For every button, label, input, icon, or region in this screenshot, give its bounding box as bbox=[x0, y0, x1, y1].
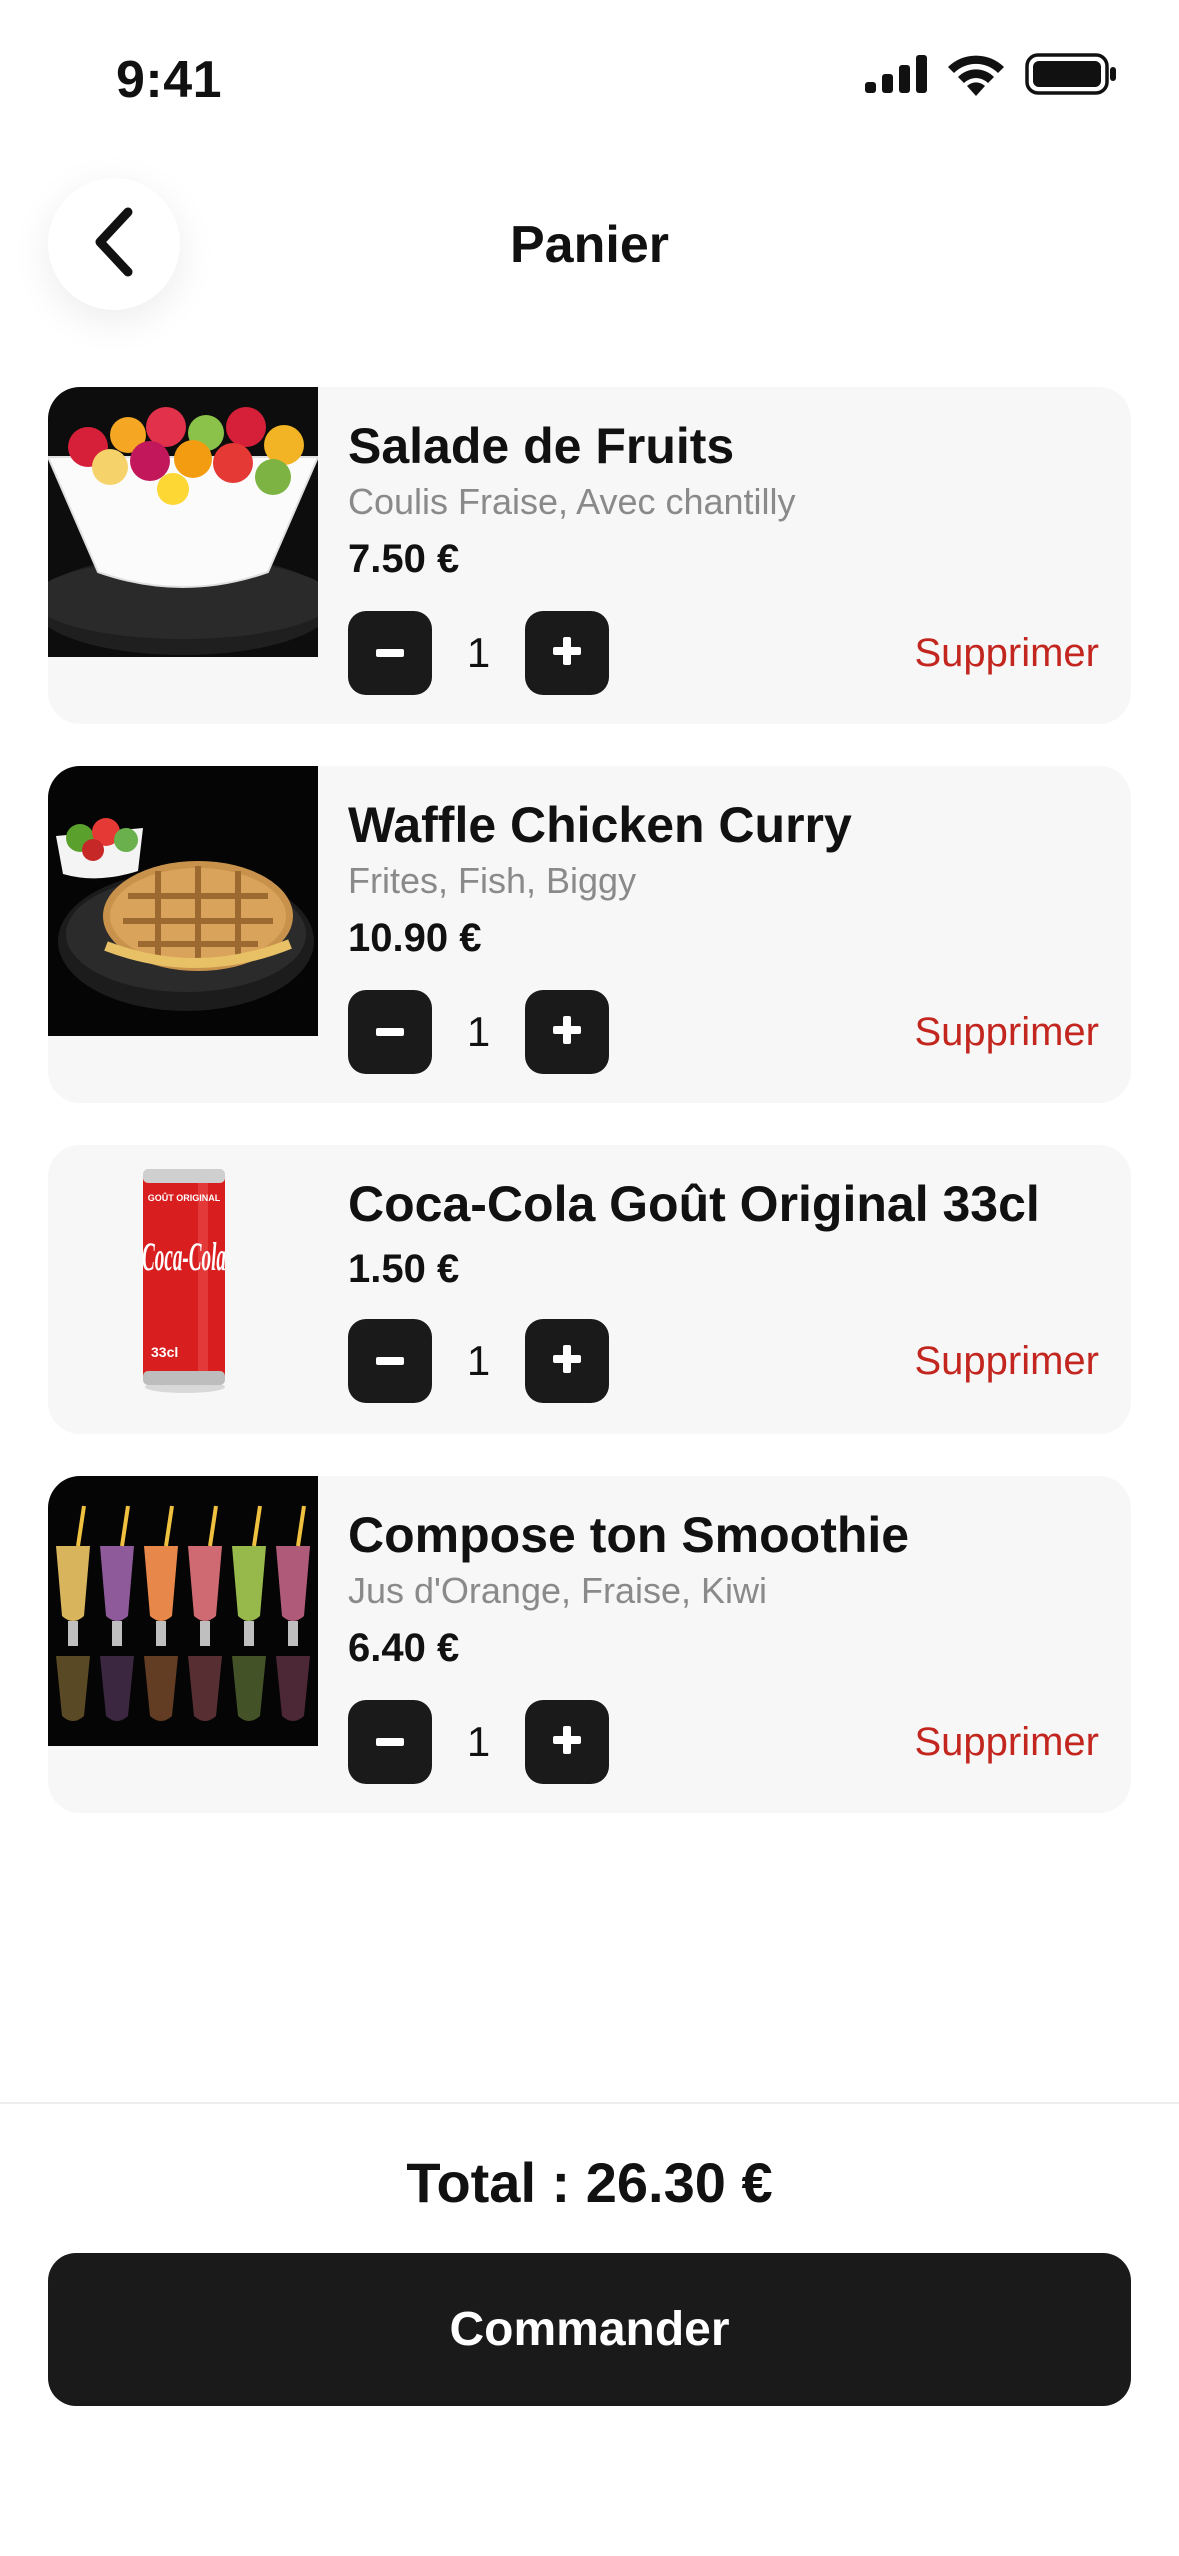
decrease-quantity-button[interactable] bbox=[348, 611, 432, 695]
battery-icon bbox=[1025, 53, 1117, 100]
quantity-stepper: 1 Supprimer bbox=[348, 990, 1101, 1074]
status-icons bbox=[865, 52, 1117, 101]
increase-quantity-button[interactable] bbox=[525, 611, 609, 695]
item-price: 1.50 € bbox=[348, 1247, 460, 1291]
increase-quantity-button[interactable] bbox=[525, 1319, 609, 1403]
plus-icon bbox=[553, 1015, 581, 1049]
quantity-stepper: 1 Supprimer bbox=[348, 611, 1101, 695]
cellular-signal-icon bbox=[865, 55, 927, 98]
item-options: Coulis Fraise, Avec chantilly bbox=[348, 481, 796, 522]
item-name: Coca-Cola Goût Original 33cl bbox=[348, 1176, 1040, 1232]
minus-icon bbox=[376, 1352, 404, 1370]
delete-item-link[interactable]: Supprimer bbox=[914, 1319, 1099, 1403]
quantity-value: 1 bbox=[466, 1008, 491, 1055]
item-price: 7.50 € bbox=[348, 537, 460, 581]
quantity-stepper: 1 Supprimer bbox=[348, 1700, 1101, 1784]
home-indicator bbox=[436, 2522, 744, 2534]
increase-quantity-button[interactable] bbox=[525, 1700, 609, 1784]
item-name: Waffle Chicken Curry bbox=[348, 797, 852, 853]
item-options: Jus d'Orange, Fraise, Kiwi bbox=[348, 1570, 768, 1611]
cart-item-details: Waffle Chicken Curry Frites, Fish, Biggy… bbox=[348, 766, 1101, 1103]
minus-icon bbox=[376, 1733, 404, 1751]
waffle-sandwich-image bbox=[48, 766, 318, 1036]
item-name: Salade de Fruits bbox=[348, 418, 735, 474]
header: Panier bbox=[0, 160, 1179, 330]
item-options: Frites, Fish, Biggy bbox=[348, 860, 637, 901]
status-bar: 9:41 bbox=[0, 0, 1179, 160]
cart-item-details: Salade de Fruits Coulis Fraise, Avec cha… bbox=[348, 387, 1101, 724]
plus-icon bbox=[553, 1344, 581, 1378]
plus-icon bbox=[553, 1725, 581, 1759]
can-volume: 33cl bbox=[151, 1344, 178, 1360]
minus-icon bbox=[376, 644, 404, 662]
delete-item-link[interactable]: Supprimer bbox=[914, 990, 1099, 1074]
minus-icon bbox=[376, 1023, 404, 1041]
decrease-quantity-button[interactable] bbox=[348, 990, 432, 1074]
delete-item-link[interactable]: Supprimer bbox=[914, 611, 1099, 695]
delete-item-link[interactable]: Supprimer bbox=[914, 1700, 1099, 1784]
cart-item-details: Coca-Cola Goût Original 33cl 1.50 € 1 Su… bbox=[348, 1145, 1101, 1434]
cart-list: Salade de Fruits Coulis Fraise, Avec cha… bbox=[48, 387, 1131, 1855]
item-price: 10.90 € bbox=[348, 916, 482, 960]
quantity-value: 1 bbox=[466, 629, 491, 676]
page-title: Panier bbox=[510, 216, 669, 274]
cart-item: Compose ton Smoothie Jus d'Orange, Frais… bbox=[48, 1476, 1131, 1813]
order-total: Total : 26.30 € bbox=[406, 2151, 773, 2214]
cart-item: GOÛT ORIGINAL Coca-Cola 33cl Coca-Cola G… bbox=[48, 1145, 1131, 1434]
plus-icon bbox=[553, 636, 581, 670]
item-name: Compose ton Smoothie bbox=[348, 1507, 910, 1563]
smoothies-row-image bbox=[48, 1476, 318, 1746]
can-label-top: GOÛT ORIGINAL bbox=[148, 1192, 221, 1203]
quantity-value: 1 bbox=[466, 1337, 491, 1384]
cart-item: Waffle Chicken Curry Frites, Fish, Biggy… bbox=[48, 766, 1131, 1103]
order-button[interactable]: Commander bbox=[48, 2253, 1131, 2406]
decrease-quantity-button[interactable] bbox=[348, 1700, 432, 1784]
fruit-salad-bowl-image bbox=[48, 387, 318, 657]
decrease-quantity-button[interactable] bbox=[348, 1319, 432, 1403]
coca-cola-can-image: GOÛT ORIGINAL Coca-Cola 33cl bbox=[48, 1145, 318, 1415]
status-time: 9:41 bbox=[116, 51, 223, 109]
can-brand: Coca-Cola bbox=[142, 1234, 226, 1279]
cart-item-details: Compose ton Smoothie Jus d'Orange, Frais… bbox=[348, 1476, 1101, 1813]
quantity-stepper: 1 Supprimer bbox=[348, 1319, 1101, 1403]
item-price: 6.40 € bbox=[348, 1626, 460, 1670]
cart-item: Salade de Fruits Coulis Fraise, Avec cha… bbox=[48, 387, 1131, 724]
footer-divider bbox=[0, 2102, 1179, 2104]
wifi-icon bbox=[945, 52, 1007, 101]
increase-quantity-button[interactable] bbox=[525, 990, 609, 1074]
quantity-value: 1 bbox=[466, 1718, 491, 1765]
